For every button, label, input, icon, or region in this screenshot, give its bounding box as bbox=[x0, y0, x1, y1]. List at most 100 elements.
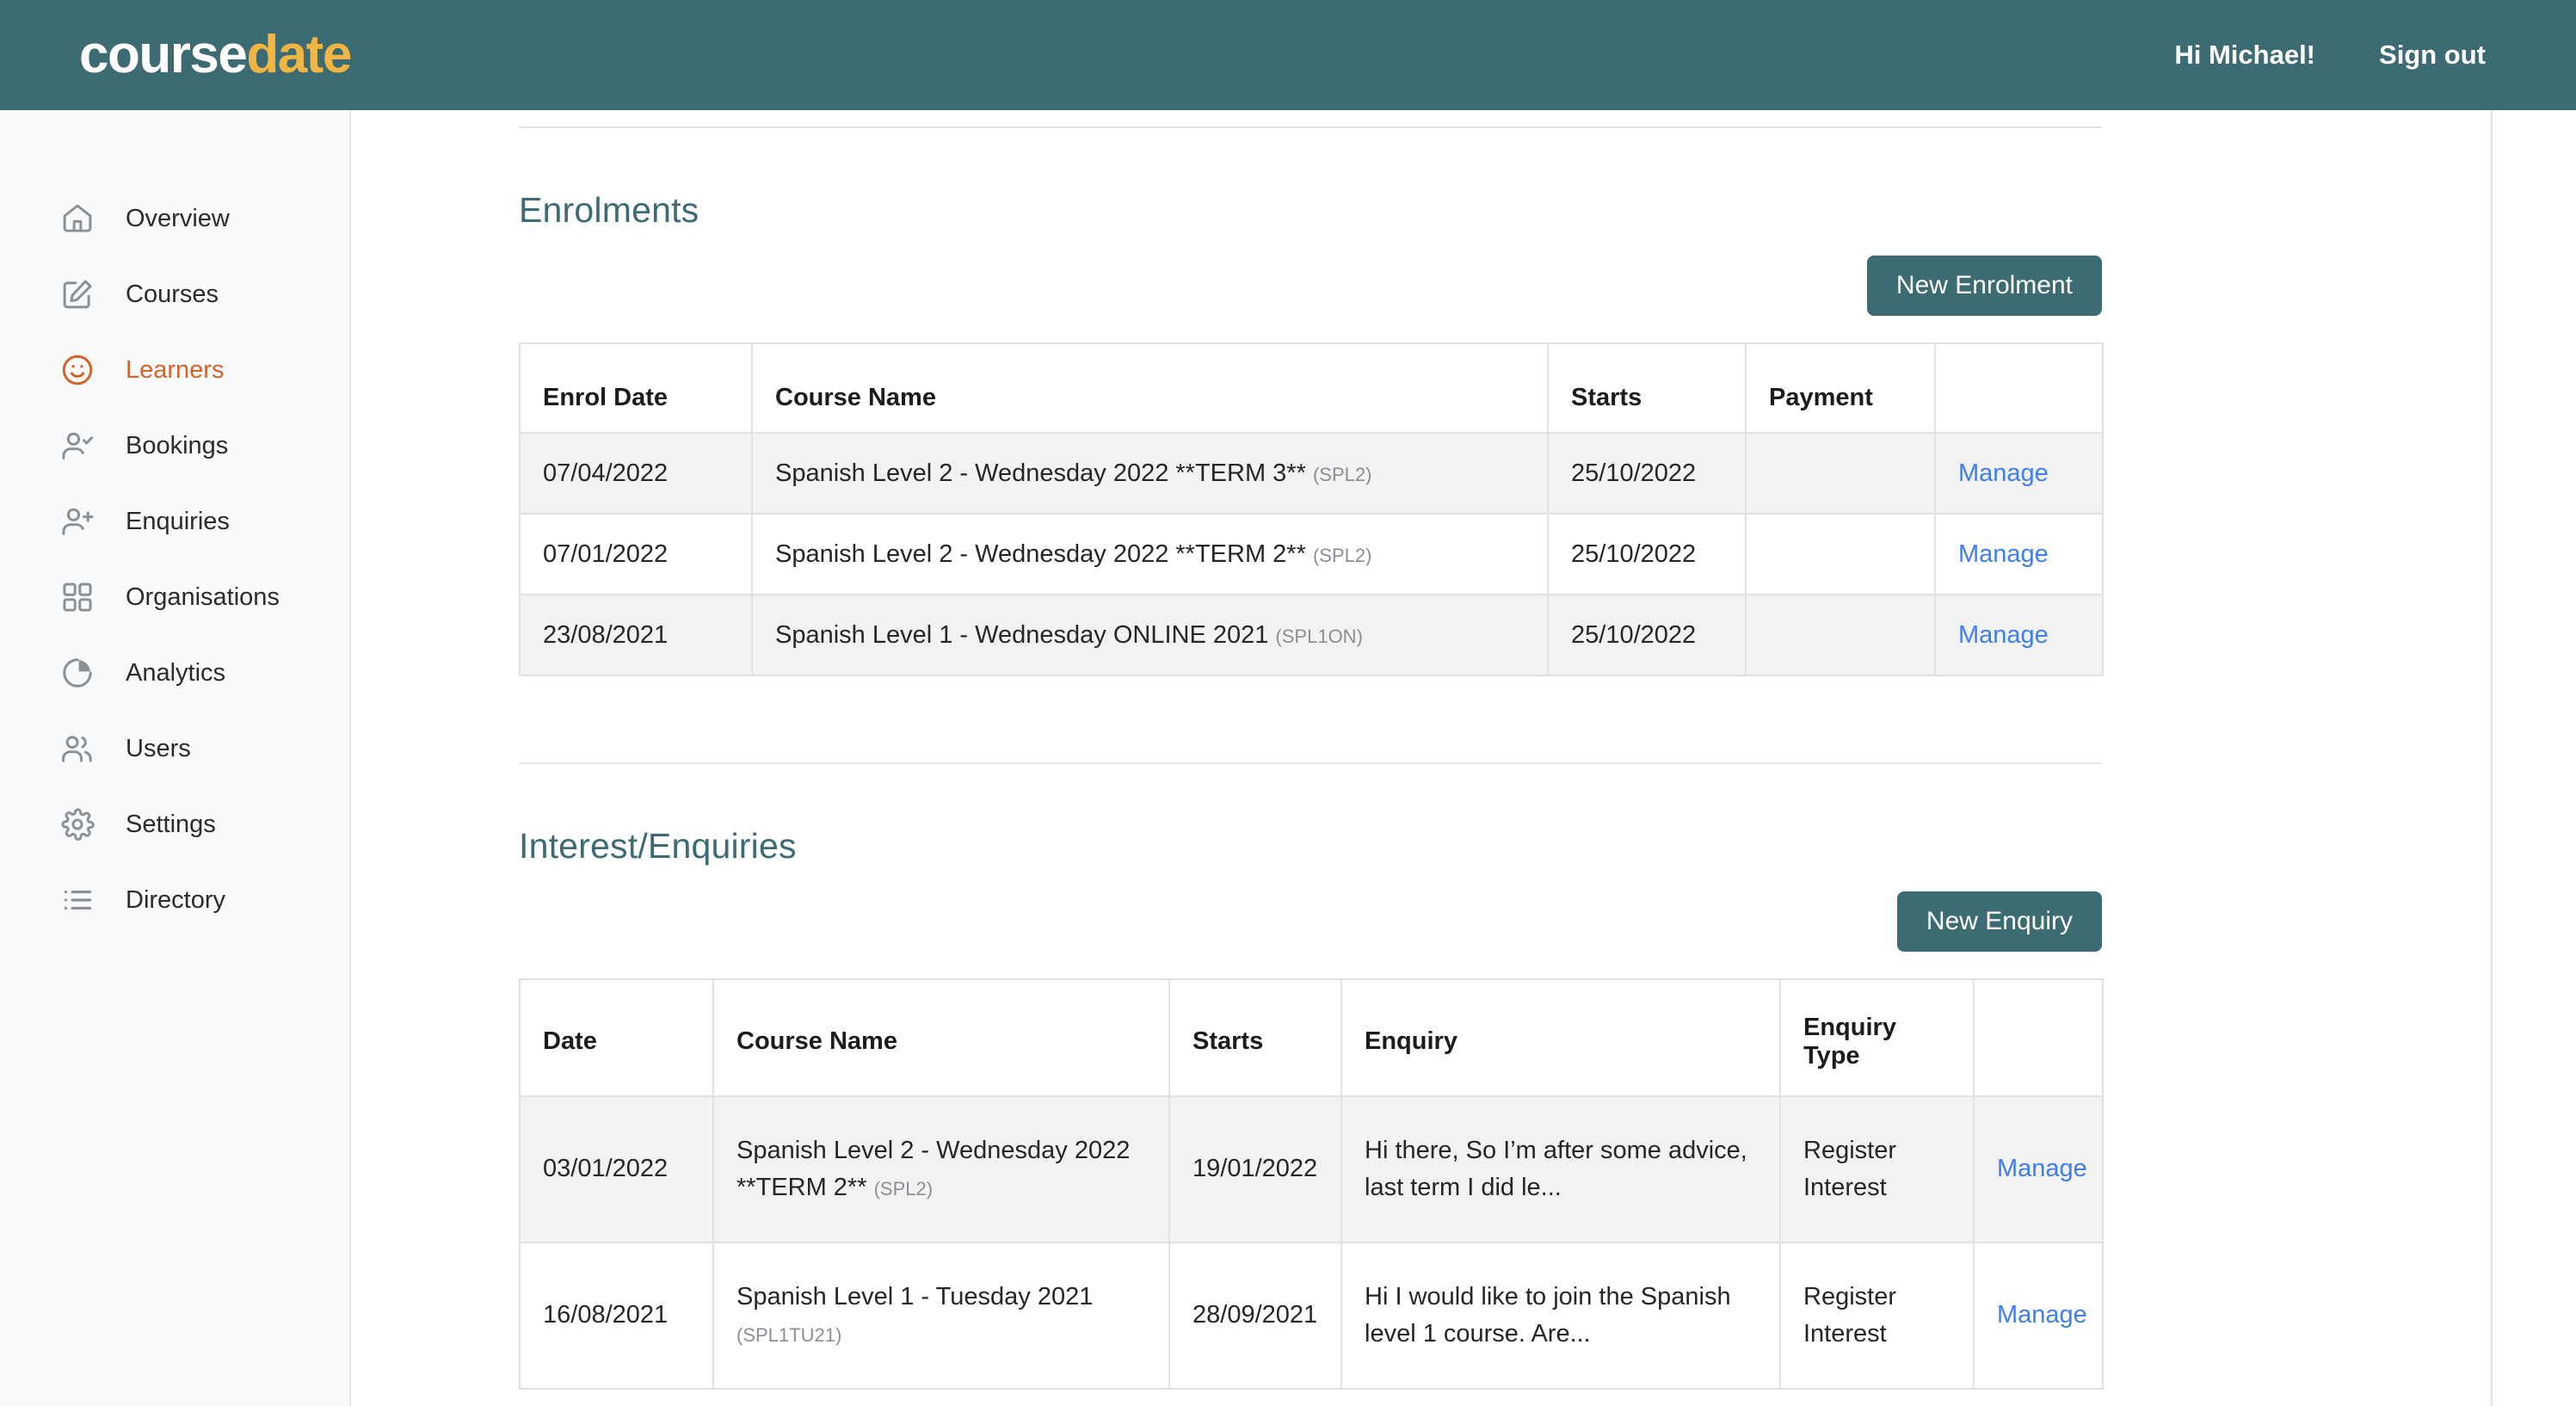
enquiry-type-line1: Enquiry bbox=[1803, 1013, 1896, 1041]
cell-actions: Manage bbox=[1934, 432, 2104, 515]
column-header-payment: Payment bbox=[1745, 342, 1936, 434]
course-code-text: (SPL2) bbox=[1312, 463, 1372, 485]
sidebar-item-label: Overview bbox=[126, 204, 230, 232]
edit-square-icon bbox=[57, 274, 98, 315]
cell-starts: 28/09/2021 bbox=[1168, 1242, 1342, 1390]
column-header-starts: Starts bbox=[1547, 342, 1747, 434]
column-header-actions bbox=[1934, 342, 2104, 434]
sidebar-item-courses[interactable]: Courses bbox=[0, 256, 349, 332]
cell-actions: Manage bbox=[1973, 1095, 2104, 1243]
sidebar-item-label: Users bbox=[126, 734, 191, 762]
sidebar-item-label: Organisations bbox=[126, 583, 280, 611]
cell-payment bbox=[1745, 594, 1936, 676]
cell-date: 16/08/2021 bbox=[519, 1242, 714, 1390]
users-icon bbox=[57, 728, 98, 769]
sidebar-item-overview[interactable]: Overview bbox=[0, 181, 349, 256]
home-icon bbox=[57, 198, 98, 239]
sidebar-item-enquiries[interactable]: Enquiries bbox=[0, 484, 349, 559]
cell-enrol-date: 07/04/2022 bbox=[519, 432, 753, 515]
enrolments-table: Enrol Date Course Name Starts Payment 07… bbox=[519, 342, 2104, 676]
column-header-enquiry-type: Enquiry Type bbox=[1779, 978, 1975, 1097]
table-row: 07/01/2022 Spanish Level 2 - Wednesday 2… bbox=[519, 513, 2104, 595]
user-greeting: Hi Michael! bbox=[2174, 40, 2316, 70]
smiley-face-icon bbox=[57, 349, 98, 391]
course-name-text: Spanish Level 1 - Wednesday ONLINE 2021 bbox=[775, 620, 1269, 649]
table-header-row: Date Course Name Starts Enquiry Enquiry … bbox=[519, 978, 2104, 1097]
cell-starts: 25/10/2022 bbox=[1547, 432, 1747, 515]
sidebar-item-label: Learners bbox=[126, 355, 225, 384]
sidebar-item-label: Directory bbox=[126, 885, 226, 914]
new-enrolment-button[interactable]: New Enrolment bbox=[1866, 256, 2102, 316]
sidebar-item-label: Enquiries bbox=[126, 507, 230, 535]
enrolments-action-row: New Enrolment bbox=[519, 256, 2102, 316]
pie-chart-icon bbox=[57, 652, 98, 694]
course-code-text: (SPL1ON) bbox=[1275, 625, 1363, 647]
person-plus-icon bbox=[57, 501, 98, 542]
cell-course-name: Spanish Level 2 - Wednesday 2022 **TERM … bbox=[712, 1095, 1170, 1243]
cell-payment bbox=[1745, 513, 1936, 595]
cell-enrol-date: 23/08/2021 bbox=[519, 594, 753, 676]
top-header-bar: coursedate Hi Michael! Sign out bbox=[0, 0, 2576, 110]
cell-payment bbox=[1745, 432, 1936, 515]
manage-link[interactable]: Manage bbox=[1958, 621, 2049, 649]
manage-link[interactable]: Manage bbox=[1958, 459, 2049, 487]
cell-course-name: Spanish Level 2 - Wednesday 2022 **TERM … bbox=[751, 513, 1549, 595]
sidebar-item-users[interactable]: Users bbox=[0, 711, 349, 786]
cell-enquiry-text: Hi I would like to join the Spanish leve… bbox=[1340, 1242, 1781, 1390]
cell-course-name: Spanish Level 2 - Wednesday 2022 **TERM … bbox=[751, 432, 1549, 515]
column-header-actions bbox=[1973, 978, 2104, 1097]
table-row: 23/08/2021 Spanish Level 1 - Wednesday O… bbox=[519, 594, 2104, 676]
cell-starts: 25/10/2022 bbox=[1547, 594, 1747, 676]
app-logo[interactable]: coursedate bbox=[79, 25, 352, 84]
sidebar-item-directory[interactable]: Directory bbox=[0, 862, 349, 938]
enquiry-type-line2: Type bbox=[1803, 1041, 1860, 1070]
sign-out-link[interactable]: Sign out bbox=[2379, 40, 2486, 71]
cell-course-name: Spanish Level 1 - Wednesday ONLINE 2021 … bbox=[751, 594, 1549, 676]
course-code-text: (SPL2) bbox=[873, 1178, 934, 1199]
cell-actions: Manage bbox=[1973, 1242, 2104, 1390]
sidebar-item-label: Settings bbox=[126, 810, 216, 838]
top-divider bbox=[519, 126, 2102, 128]
sidebar-item-organisations[interactable]: Organisations bbox=[0, 559, 349, 635]
main-content-panel: Enrolments New Enrolment Enrol Date Cour… bbox=[434, 110, 2493, 1406]
column-header-course-name: Course Name bbox=[712, 978, 1170, 1097]
logo-text-course: course bbox=[79, 25, 248, 84]
course-code-text: (SPL2) bbox=[1312, 544, 1372, 566]
column-header-starts: Starts bbox=[1168, 978, 1342, 1097]
table-header-row: Enrol Date Course Name Starts Payment bbox=[519, 342, 2104, 434]
cell-course-name: Spanish Level 1 - Tuesday 2021 (SPL1TU21… bbox=[712, 1242, 1170, 1390]
course-name-text: Spanish Level 2 - Wednesday 2022 **TERM … bbox=[736, 1136, 1131, 1202]
cell-enquiry-type: Register Interest bbox=[1779, 1095, 1975, 1243]
sidebar-navigation: Overview Courses Learners Bookings Enqui… bbox=[0, 110, 351, 1406]
column-header-enquiry: Enquiry bbox=[1340, 978, 1781, 1097]
manage-link[interactable]: Manage bbox=[1958, 540, 2049, 568]
logo-text-date: date bbox=[246, 25, 352, 84]
cell-actions: Manage bbox=[1934, 594, 2104, 676]
enquiries-table: Date Course Name Starts Enquiry Enquiry … bbox=[519, 978, 2104, 1390]
cell-starts: 19/01/2022 bbox=[1168, 1095, 1342, 1243]
course-name-text: Spanish Level 2 - Wednesday 2022 **TERM … bbox=[775, 459, 1306, 487]
manage-link[interactable]: Manage bbox=[1997, 1155, 2087, 1182]
sidebar-item-bookings[interactable]: Bookings bbox=[0, 408, 349, 484]
enquiries-section-title: Interest/Enquiries bbox=[519, 826, 797, 866]
sidebar-item-settings[interactable]: Settings bbox=[0, 786, 349, 862]
cell-date: 03/01/2022 bbox=[519, 1095, 714, 1243]
table-row: 07/04/2022 Spanish Level 2 - Wednesday 2… bbox=[519, 432, 2104, 515]
course-code-text: (SPL1TU21) bbox=[736, 1324, 842, 1346]
table-row: 16/08/2021 Spanish Level 1 - Tuesday 202… bbox=[519, 1242, 2104, 1390]
person-check-icon bbox=[57, 425, 98, 466]
column-header-course-name: Course Name bbox=[751, 342, 1549, 434]
cell-enrol-date: 07/01/2022 bbox=[519, 513, 753, 595]
manage-link[interactable]: Manage bbox=[1997, 1301, 2087, 1329]
sidebar-item-analytics[interactable]: Analytics bbox=[0, 635, 349, 711]
cell-actions: Manage bbox=[1934, 513, 2104, 595]
sidebar-item-label: Analytics bbox=[126, 658, 226, 687]
enquiries-action-row: New Enquiry bbox=[519, 891, 2102, 952]
sidebar-item-learners[interactable]: Learners bbox=[0, 332, 349, 408]
new-enquiry-button[interactable]: New Enquiry bbox=[1896, 891, 2102, 952]
gear-icon bbox=[57, 804, 98, 845]
list-icon bbox=[57, 879, 98, 921]
section-divider bbox=[519, 762, 2102, 764]
table-row: 03/01/2022 Spanish Level 2 - Wednesday 2… bbox=[519, 1095, 2104, 1243]
course-name-text: Spanish Level 1 - Tuesday 2021 bbox=[736, 1282, 1094, 1310]
